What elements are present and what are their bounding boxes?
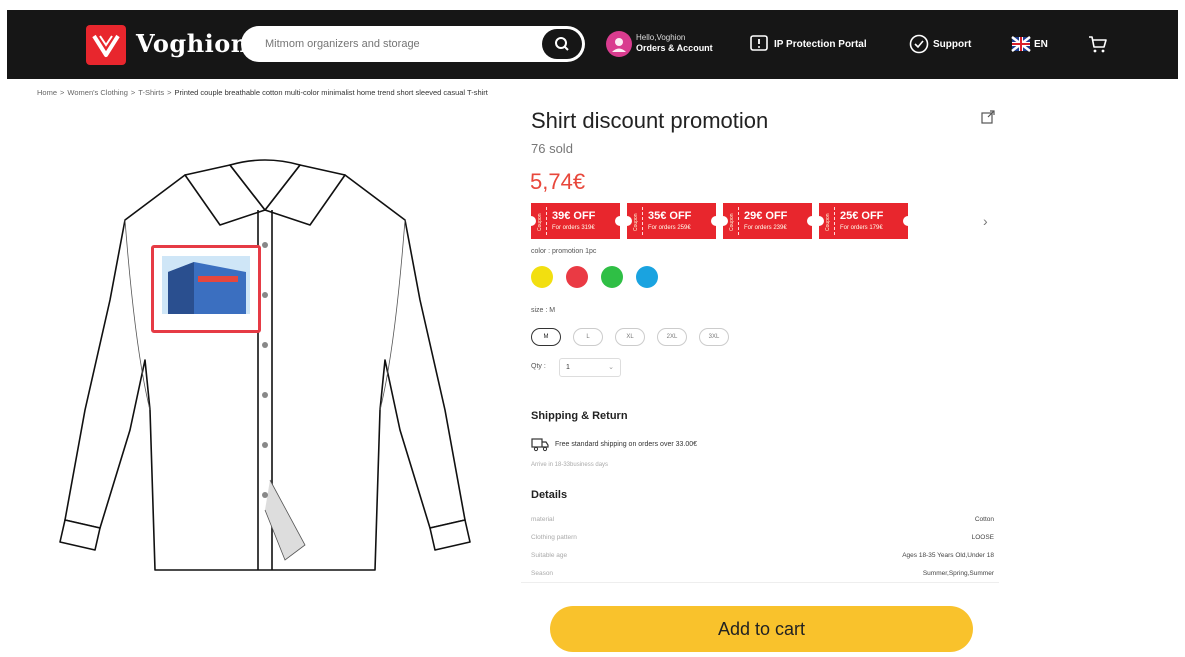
logo-icon[interactable] — [86, 25, 126, 65]
coupon-value: 35€ OFF — [648, 210, 692, 222]
arrival-estimate: Arrive in 18-33business days — [531, 462, 609, 468]
details-value: Cotton — [974, 516, 994, 523]
details-row: material Cotton — [531, 513, 994, 531]
color-swatch-blue[interactable] — [636, 266, 658, 288]
details-value: Summer,Spring,Summer — [922, 570, 994, 577]
coupon-value: 29€ OFF — [744, 210, 788, 222]
search-input[interactable] — [265, 35, 535, 53]
product-price: 5,74€ — [530, 169, 586, 194]
size-label: size : M — [531, 307, 556, 314]
truck-icon — [531, 438, 549, 452]
breadcrumb-separator: > — [130, 88, 136, 97]
breadcrumb-separator: > — [60, 88, 65, 97]
breadcrumb-current-product: Printed couple breathable cotton multi-c… — [174, 88, 488, 97]
details-key: Clothing pattern — [531, 534, 577, 541]
product-title: Shirt discount promotion — [531, 108, 769, 133]
language-selector[interactable]: EN — [1011, 32, 1048, 56]
coupon-tag: Coupon — [729, 213, 735, 231]
top-navigation-bar: Voghion Hello,Voghion Orders & Account I… — [7, 10, 1178, 79]
size-option-2xl[interactable]: 2XL — [657, 328, 687, 346]
details-value: LOOSE — [971, 534, 994, 541]
coupon-tag: Coupon — [633, 213, 639, 231]
shipping-section-title: Shipping & Return — [531, 410, 628, 422]
breadcrumb-separator: > — [167, 88, 172, 97]
coupon-next-chevron-icon[interactable]: › — [983, 213, 988, 229]
coupon-divider — [546, 207, 547, 235]
coupon-condition: For orders 319€ — [552, 225, 595, 231]
quantity-value: 1 — [566, 364, 570, 371]
coupon-divider — [642, 207, 643, 235]
coupon-card[interactable]: Coupon 39€ OFF For orders 319€ — [531, 203, 620, 239]
size-option-l[interactable]: L — [573, 328, 603, 346]
search-bar — [241, 26, 585, 62]
coupon-condition: For orders 239€ — [744, 225, 787, 231]
breadcrumb-tshirts[interactable]: T-Shirts — [138, 88, 164, 97]
shield-icon — [750, 35, 768, 51]
coupon-value: 39€ OFF — [552, 210, 596, 222]
coupon-card[interactable]: Coupon 29€ OFF For orders 239€ — [723, 203, 812, 239]
details-key: Suitable age — [531, 552, 568, 559]
breadcrumb: Home > Women's Clothing > T-Shirts > Pri… — [37, 88, 491, 97]
support-link[interactable]: Support — [908, 32, 971, 56]
product-image-shirt[interactable] — [55, 150, 475, 580]
coupon-tag: Coupon — [537, 213, 543, 231]
color-swatch-red[interactable] — [566, 266, 588, 288]
building-image — [162, 256, 250, 314]
quantity-select[interactable]: 1 ⌄ — [559, 358, 621, 377]
search-button[interactable] — [542, 29, 582, 59]
breadcrumb-home[interactable]: Home — [37, 88, 57, 97]
shipping-text: Free standard shipping on orders over 33… — [555, 440, 698, 448]
chevron-down-icon: ⌄ — [608, 364, 614, 371]
details-key: Season — [531, 570, 554, 577]
account-greeting: Hello,Voghion — [636, 33, 686, 42]
language-label: EN — [1034, 38, 1048, 50]
details-row: Suitable age Ages 18-35 Years Old,Under … — [531, 549, 994, 567]
color-label: color : promotion 1pc — [531, 248, 597, 255]
custom-print-area[interactable] — [151, 245, 261, 333]
quantity-label: Qty : — [531, 363, 546, 370]
cart-link[interactable] — [1087, 32, 1112, 56]
brand-name[interactable]: Voghion — [136, 29, 249, 58]
color-swatch-yellow[interactable] — [531, 266, 553, 288]
ip-protection-link[interactable]: IP Protection Portal — [749, 32, 867, 56]
details-key: material — [531, 516, 555, 523]
coupon-condition: For orders 179€ — [840, 225, 883, 231]
size-options: M L XL 2XL 3XL — [531, 328, 729, 346]
coupon-value: 25€ OFF — [840, 210, 884, 222]
color-swatch-green[interactable] — [601, 266, 623, 288]
breadcrumb-womens-clothing[interactable]: Women's Clothing — [67, 88, 128, 97]
details-value: Ages 18-35 Years Old,Under 18 — [902, 552, 994, 559]
chat-icon — [909, 34, 929, 54]
flag-icon — [1011, 36, 1031, 52]
cart-icon — [1089, 36, 1107, 53]
coupon-tag: Coupon — [825, 213, 831, 231]
share-icon — [981, 110, 995, 124]
details-row: Clothing pattern LOOSE — [531, 531, 994, 549]
support-label: Support — [933, 38, 972, 50]
add-to-cart-button[interactable]: Add to cart — [550, 606, 973, 652]
color-swatches — [531, 266, 658, 288]
account-orders-label: Orders & Account — [636, 43, 713, 53]
coupon-divider — [834, 207, 835, 235]
shipping-info: Free standard shipping on orders over 33… — [531, 435, 697, 453]
details-table: material Cotton Clothing pattern LOOSE S… — [531, 513, 994, 585]
divider — [521, 582, 999, 583]
coupon-divider — [738, 207, 739, 235]
search-icon — [555, 37, 569, 51]
sold-count: 76 sold — [531, 141, 573, 156]
ip-protection-label: IP Protection Portal — [774, 38, 867, 50]
user-avatar — [606, 31, 632, 57]
coupon-card[interactable]: Coupon 35€ OFF For orders 259€ — [627, 203, 716, 239]
size-option-xl[interactable]: XL — [615, 328, 645, 346]
details-section-title: Details — [531, 489, 568, 501]
size-option-m[interactable]: M — [531, 328, 561, 346]
size-option-3xl[interactable]: 3XL — [699, 328, 729, 346]
coupon-condition: For orders 259€ — [648, 225, 691, 231]
coupon-card[interactable]: Coupon 25€ OFF For orders 179€ — [819, 203, 908, 239]
share-button[interactable] — [980, 109, 996, 130]
